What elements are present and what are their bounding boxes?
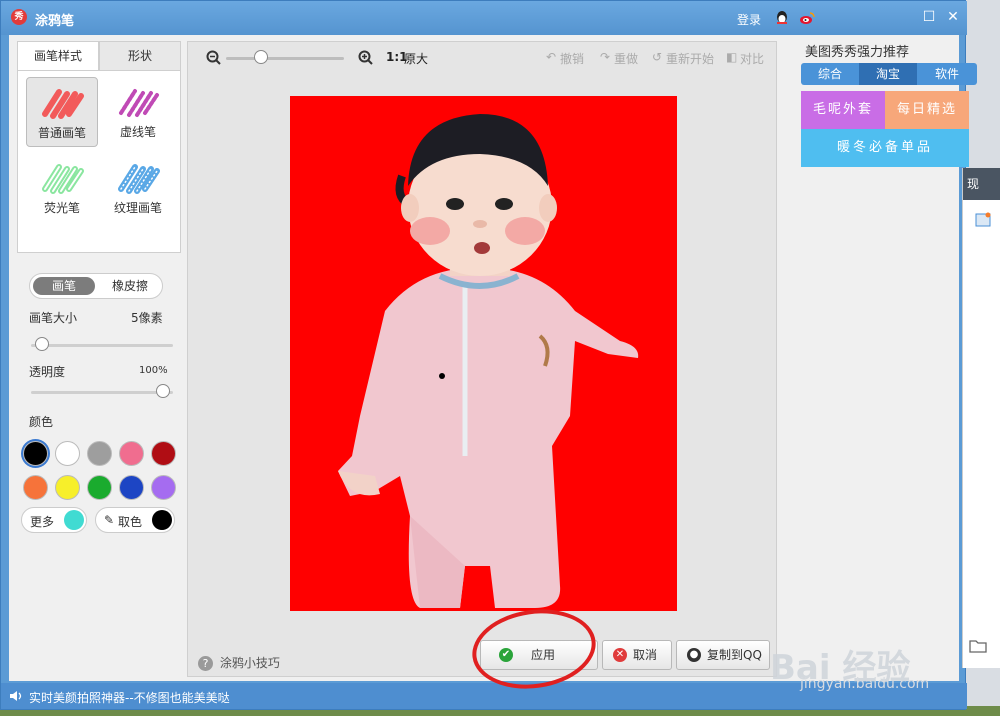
brush-label: 虚线笔 bbox=[119, 125, 156, 139]
copy-to-qq-label: 复制到QQ bbox=[707, 648, 762, 662]
meitu-logo-icon: 秀 bbox=[11, 9, 27, 25]
tab-shape[interactable]: 形状 bbox=[99, 41, 181, 71]
color-swatch-blue[interactable] bbox=[119, 475, 144, 500]
color-label: 颜色 bbox=[29, 415, 54, 429]
normal-brush-icon bbox=[42, 89, 84, 119]
color-swatch-green[interactable] bbox=[87, 475, 112, 500]
restart-button[interactable]: 重新开始 bbox=[666, 50, 714, 67]
dashed-brush-icon bbox=[119, 89, 159, 117]
brush-eraser-toggle: 画笔 橡皮擦 bbox=[29, 273, 163, 299]
color-swatch-gray[interactable] bbox=[87, 441, 112, 466]
highlighter-brush-icon bbox=[42, 164, 84, 194]
brush-label: 纹理画笔 bbox=[113, 201, 162, 215]
promo-winter-essentials[interactable]: 暖冬必备单品 bbox=[801, 129, 969, 167]
side-widget-header[interactable]: 现 bbox=[963, 168, 1000, 200]
tab-brush-style[interactable]: 画笔样式 bbox=[17, 41, 99, 71]
title-bar[interactable]: 秀 涂鸦笔 登录 ✕ ☐ bbox=[1, 1, 967, 35]
brush-dashed[interactable]: 虚线笔 bbox=[102, 77, 174, 147]
picked-color-preview bbox=[152, 510, 172, 530]
original-size-button[interactable]: 原大 bbox=[404, 50, 428, 67]
image-icon[interactable] bbox=[975, 212, 993, 228]
color-swatch-purple[interactable] bbox=[151, 475, 176, 500]
brush-tabs: 画笔样式 形状 bbox=[17, 41, 181, 71]
side-widget: 现 bbox=[962, 168, 1000, 668]
close-icon[interactable]: ✕ bbox=[945, 9, 961, 25]
canvas-frame: 1:1 原大 ↶ 撤销 ↷ 重做 ↺ 重新开始 ◧ 对比 ? 涂鸦小技巧 ✔ 应… bbox=[187, 41, 777, 677]
login-link[interactable]: 登录 bbox=[737, 11, 761, 28]
speaker-icon bbox=[10, 691, 22, 701]
color-swatch-pink[interactable] bbox=[119, 441, 144, 466]
help-icon: ? bbox=[198, 656, 213, 671]
texture-brush-icon bbox=[118, 164, 160, 194]
eyedropper-button[interactable]: ✎ 取色 bbox=[95, 507, 175, 533]
brush-style-panel: 普通画笔 虚线笔 荧光笔 纹理画笔 bbox=[17, 70, 181, 253]
status-ad-text[interactable]: 实时美颜拍照神器--不修图也能美美哒 bbox=[29, 689, 230, 706]
more-colors-label: 更多 bbox=[30, 515, 55, 529]
doodle-tips-label: 涂鸦小技巧 bbox=[219, 656, 280, 670]
redo-icon: ↷ bbox=[600, 50, 611, 64]
tab-software[interactable]: 软件 bbox=[917, 63, 977, 85]
qq-penguin-icon: ● bbox=[687, 648, 701, 662]
zoom-thumb[interactable] bbox=[254, 50, 268, 64]
compare-button[interactable]: 对比 bbox=[740, 50, 764, 67]
copy-to-qq-button[interactable]: ● 复制到QQ bbox=[676, 640, 770, 670]
qq-icon[interactable] bbox=[775, 10, 789, 26]
eyedropper-label: 取色 bbox=[118, 515, 143, 529]
restart-icon: ↺ bbox=[652, 50, 663, 64]
canvas-toolbar: 1:1 原大 ↶ 撤销 ↷ 重做 ↺ 重新开始 ◧ 对比 bbox=[188, 42, 778, 72]
tab-general[interactable]: 综合 bbox=[801, 63, 859, 85]
cancel-icon: ✕ bbox=[613, 648, 627, 662]
color-swatch-yellow[interactable] bbox=[55, 475, 80, 500]
color-swatch-darkred[interactable] bbox=[151, 441, 176, 466]
eyedropper-icon: ✎ bbox=[104, 513, 115, 527]
brush-size-track[interactable] bbox=[31, 344, 173, 347]
tab-taobao[interactable]: 淘宝 bbox=[859, 63, 917, 85]
brush-mode-button[interactable]: 画笔 bbox=[33, 277, 95, 295]
brush-label: 荧光笔 bbox=[43, 201, 80, 215]
compare-icon: ◧ bbox=[726, 50, 738, 64]
promo-wool-coat[interactable]: 毛呢外套 bbox=[801, 91, 885, 129]
doodle-tips-link[interactable]: ? 涂鸦小技巧 bbox=[198, 654, 280, 671]
opacity-track[interactable] bbox=[31, 391, 173, 394]
color-swatch-black[interactable] bbox=[23, 441, 48, 466]
brush-size-thumb[interactable] bbox=[35, 337, 49, 351]
zoom-in-icon[interactable] bbox=[358, 50, 374, 66]
color-swatch-orange[interactable] bbox=[23, 475, 48, 500]
undo-icon: ↶ bbox=[546, 50, 557, 64]
maximize-icon[interactable]: ☐ bbox=[921, 9, 937, 25]
opacity-label: 透明度 bbox=[29, 365, 66, 379]
eraser-mode-button[interactable]: 橡皮擦 bbox=[100, 277, 160, 295]
recommend-tabs: 综合 淘宝 软件 bbox=[801, 63, 977, 85]
window-title: 涂鸦笔 bbox=[35, 14, 75, 29]
photo-canvas[interactable] bbox=[290, 96, 677, 611]
zoom-out-icon[interactable] bbox=[206, 50, 222, 66]
redo-button[interactable]: 重做 bbox=[614, 50, 638, 67]
brush-label: 普通画笔 bbox=[37, 126, 86, 140]
cancel-button[interactable]: ✕ 取消 bbox=[602, 640, 672, 670]
undo-button[interactable]: 撤销 bbox=[560, 50, 584, 67]
promo-daily-picks[interactable]: 每日精选 bbox=[885, 91, 969, 129]
brush-size-label: 画笔大小 bbox=[29, 311, 78, 325]
weibo-icon[interactable] bbox=[799, 11, 815, 25]
brush-highlighter[interactable]: 荧光笔 bbox=[26, 153, 98, 223]
more-colors-button[interactable]: 更多 bbox=[21, 507, 87, 533]
baidu-watermark-url: jingyan.baidu.com bbox=[800, 676, 930, 692]
cancel-label: 取消 bbox=[633, 648, 658, 662]
zoom-track[interactable] bbox=[226, 57, 344, 60]
more-color-preview bbox=[64, 510, 84, 530]
brush-normal[interactable]: 普通画笔 bbox=[26, 77, 98, 147]
folder-icon[interactable] bbox=[969, 638, 987, 654]
brush-size-value: 5像素 bbox=[131, 311, 163, 325]
baby-photo bbox=[338, 114, 639, 608]
recommend-title: 美图秀秀强力推荐 bbox=[805, 45, 910, 60]
opacity-thumb[interactable] bbox=[156, 384, 170, 398]
color-swatch-white[interactable] bbox=[55, 441, 80, 466]
brush-texture[interactable]: 纹理画笔 bbox=[102, 153, 174, 223]
doodle-window: 秀 涂鸦笔 登录 ✕ ☐ 画笔样式 形状 普通画笔 虚线笔 荧光笔 纹理画笔 画… bbox=[0, 0, 977, 710]
client-area: 画笔样式 形状 普通画笔 虚线笔 荧光笔 纹理画笔 画笔 橡皮擦 画笔大小 5像… bbox=[9, 35, 977, 681]
opacity-value: 100% bbox=[139, 365, 168, 376]
